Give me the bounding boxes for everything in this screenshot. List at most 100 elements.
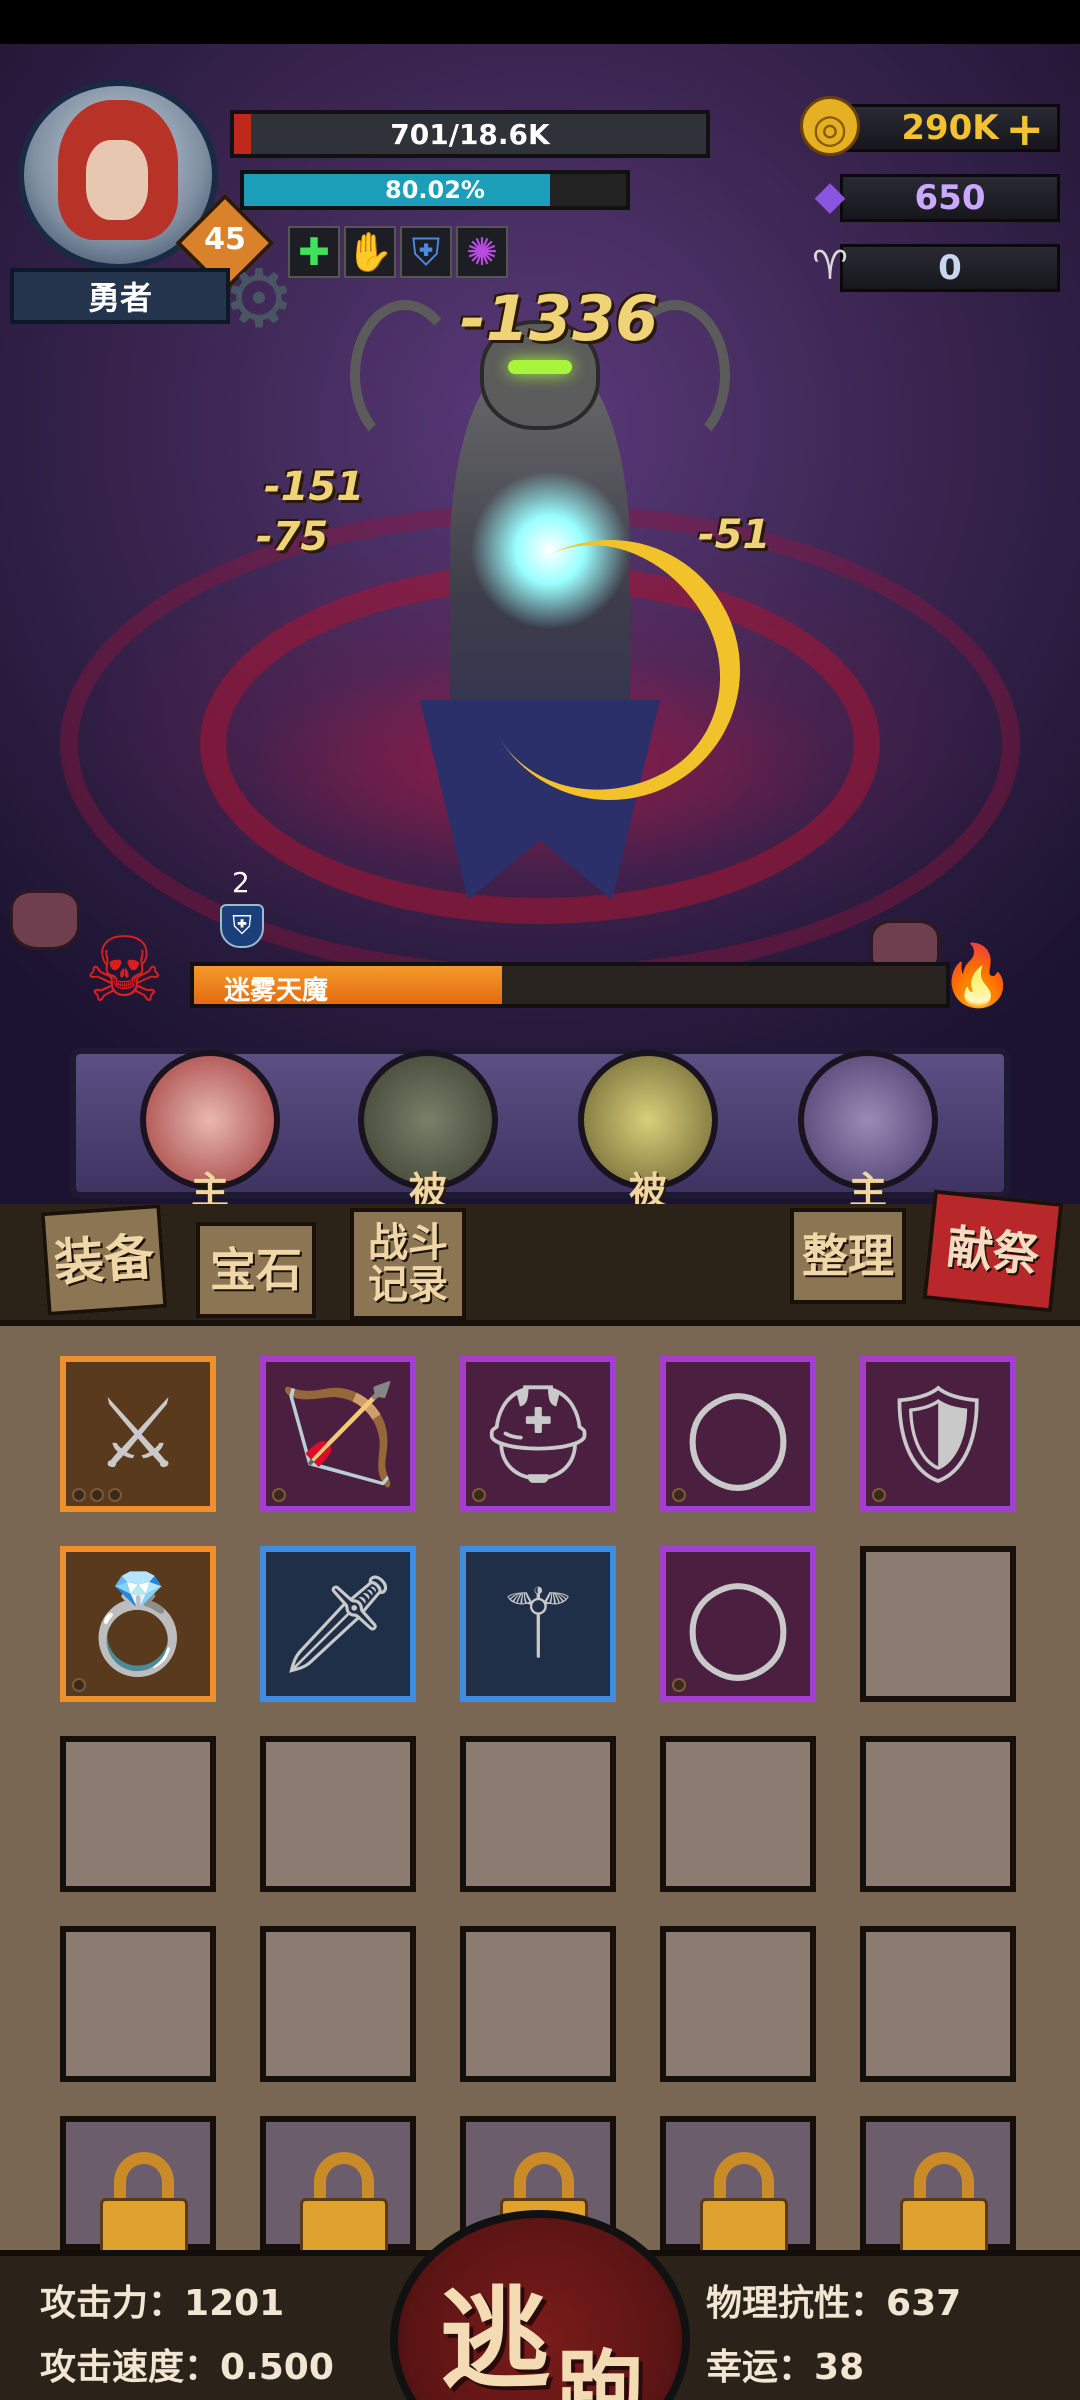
purple-crystal-icon: ◆	[814, 173, 846, 219]
player-exp-text: 80.02%	[385, 176, 485, 204]
sort-button[interactable]: 整理	[790, 1208, 906, 1304]
inventory-slot[interactable]: 🛡	[860, 1356, 1016, 1512]
inventory-slot[interactable]: ⛑	[460, 1356, 616, 1512]
tab-gems-label: 宝石	[210, 1242, 302, 1297]
luck-stat: 幸运：38	[706, 2338, 864, 2390]
spear-icon: 🗡	[277, 1567, 399, 1680]
inventory-slot[interactable]: ◯	[660, 1356, 816, 1512]
player-hp-bar: 701/18.6K	[230, 110, 710, 158]
lock-icon	[100, 2152, 188, 2262]
dragon-shield-icon: 🛡	[877, 1377, 999, 1490]
heal-plus-icon[interactable]: ✚	[288, 226, 340, 278]
boss-shield-stack: 2	[232, 866, 250, 899]
player-name-plate: 勇者	[10, 268, 230, 324]
sacrifice-button[interactable]: 献祭	[922, 1189, 1064, 1313]
bow-icon: 🏹	[278, 1377, 398, 1490]
phys-res-label: 物理抗性：	[706, 2283, 887, 2324]
inventory-slot-empty[interactable]	[60, 1736, 216, 1892]
inventory-slot[interactable]: 🗡	[260, 1546, 416, 1702]
damage-number: -151	[264, 464, 365, 510]
gold-currency: 290K ◎ +	[800, 96, 1060, 156]
inventory-slot-empty[interactable]	[860, 1546, 1016, 1702]
attack-up-icon[interactable]: ✋	[344, 226, 396, 278]
socket-dots	[872, 1488, 886, 1502]
attack-speed-label: 攻击速度：	[40, 2347, 221, 2388]
belt-icon: ◯	[684, 1378, 792, 1490]
inventory-slot-empty[interactable]	[260, 1736, 416, 1892]
gold-value: 290K	[901, 108, 999, 148]
inventory-slot-empty[interactable]	[860, 1736, 1016, 1892]
tab-gems[interactable]: 宝石	[196, 1222, 316, 1318]
gold-coin-icon: ◎	[800, 96, 860, 156]
attack-speed-value: 0.500	[220, 2347, 334, 2388]
inventory-slot-empty[interactable]	[660, 1736, 816, 1892]
flee-label-1: 逃	[440, 2276, 550, 2400]
crystal-value-bar: 650	[840, 174, 1060, 222]
socket-dots	[672, 1488, 686, 1502]
vortex-icon[interactable]: ✺	[456, 226, 508, 278]
phys-res-value: 637	[886, 2283, 962, 2324]
inventory-slot-empty[interactable]	[60, 1926, 216, 2082]
socket-dots	[72, 1678, 86, 1692]
boss-eyes	[508, 360, 572, 374]
ram-value-bar: 0	[840, 244, 1060, 292]
socket-dots	[272, 1488, 286, 1502]
flame-icon: 🔥	[940, 941, 1015, 1011]
socket-dots	[672, 1678, 686, 1692]
inventory-slot[interactable]: 💍	[60, 1546, 216, 1702]
inventory-slot[interactable]: 🏹	[260, 1356, 416, 1512]
lock-icon	[900, 2152, 988, 2262]
attack-stat: 攻击力：1201	[40, 2274, 284, 2326]
lock-icon	[700, 2152, 788, 2262]
player-name: 勇者	[87, 279, 152, 317]
ram-currency: 0 ♈	[800, 236, 1060, 296]
damage-number: -51	[698, 512, 771, 558]
tab-equipment-label: 装备	[52, 1227, 156, 1293]
tab-equipment[interactable]: 装备	[40, 1203, 168, 1317]
luck-label: 幸运：	[706, 2347, 815, 2388]
buff-bar: ✚ ✋ ⛨ ✺	[288, 226, 508, 278]
socket-dots	[472, 1488, 486, 1502]
defense-down-icon[interactable]: ⛨	[400, 226, 452, 278]
inventory-slot-locked[interactable]	[860, 2116, 1016, 2262]
chain-mace-icon: ⚔	[94, 1378, 182, 1490]
lock-icon	[300, 2152, 388, 2262]
inventory-slot-locked[interactable]	[260, 2116, 416, 2262]
silver-belt-icon: ◯	[684, 1568, 792, 1680]
urn-decoration-left	[10, 890, 80, 950]
inventory-slot[interactable]: ⚚	[460, 1546, 616, 1702]
inventory-slot[interactable]: ⚔	[60, 1356, 216, 1512]
hero-face	[86, 140, 148, 220]
attack-label: 攻击力：	[40, 2283, 185, 2324]
add-gold-button[interactable]: +	[1005, 102, 1044, 156]
shield-down-icon[interactable]: ⛨	[220, 904, 264, 948]
player-hp-fill	[234, 114, 252, 154]
damage-number: -1336	[460, 282, 659, 355]
sacrifice-label: 献祭	[944, 1219, 1042, 1283]
tab-battle-log-label: 战斗记录	[368, 1220, 448, 1308]
inventory-slot-empty[interactable]	[460, 1736, 616, 1892]
inventory-slot[interactable]: ◯	[660, 1546, 816, 1702]
inventory-slot-empty[interactable]	[260, 1926, 416, 2082]
lance-icon: ⚚	[494, 1568, 582, 1680]
boss-name: 迷雾天魔	[224, 976, 329, 1006]
tab-battle-log[interactable]: 战斗记录	[350, 1208, 466, 1320]
inventory-slot-locked[interactable]	[660, 2116, 816, 2262]
player-hp-text: 701/18.6K	[390, 117, 550, 151]
ram-value: 0	[938, 248, 962, 288]
flee-label-2: 跑	[556, 2341, 646, 2400]
socket-dots	[72, 1488, 122, 1502]
inventory-slot-empty[interactable]	[460, 1926, 616, 2082]
inventory-slot-empty[interactable]	[660, 1926, 816, 2082]
physical-resistance-stat: 物理抗性：637	[706, 2274, 961, 2326]
crystal-value: 650	[914, 178, 986, 218]
attack-value: 1201	[184, 2283, 285, 2324]
inventory-slot-empty[interactable]	[860, 1926, 1016, 2082]
inventory-slot-locked[interactable]	[60, 2116, 216, 2262]
damage-number: -75	[256, 514, 329, 560]
crystal-currency: 650 ◆	[800, 166, 1060, 226]
luck-value: 38	[814, 2347, 865, 2388]
sort-label: 整理	[802, 1228, 894, 1283]
ram-skull-icon: ♈	[812, 243, 848, 289]
helmet-icon: ⛑	[477, 1377, 599, 1490]
